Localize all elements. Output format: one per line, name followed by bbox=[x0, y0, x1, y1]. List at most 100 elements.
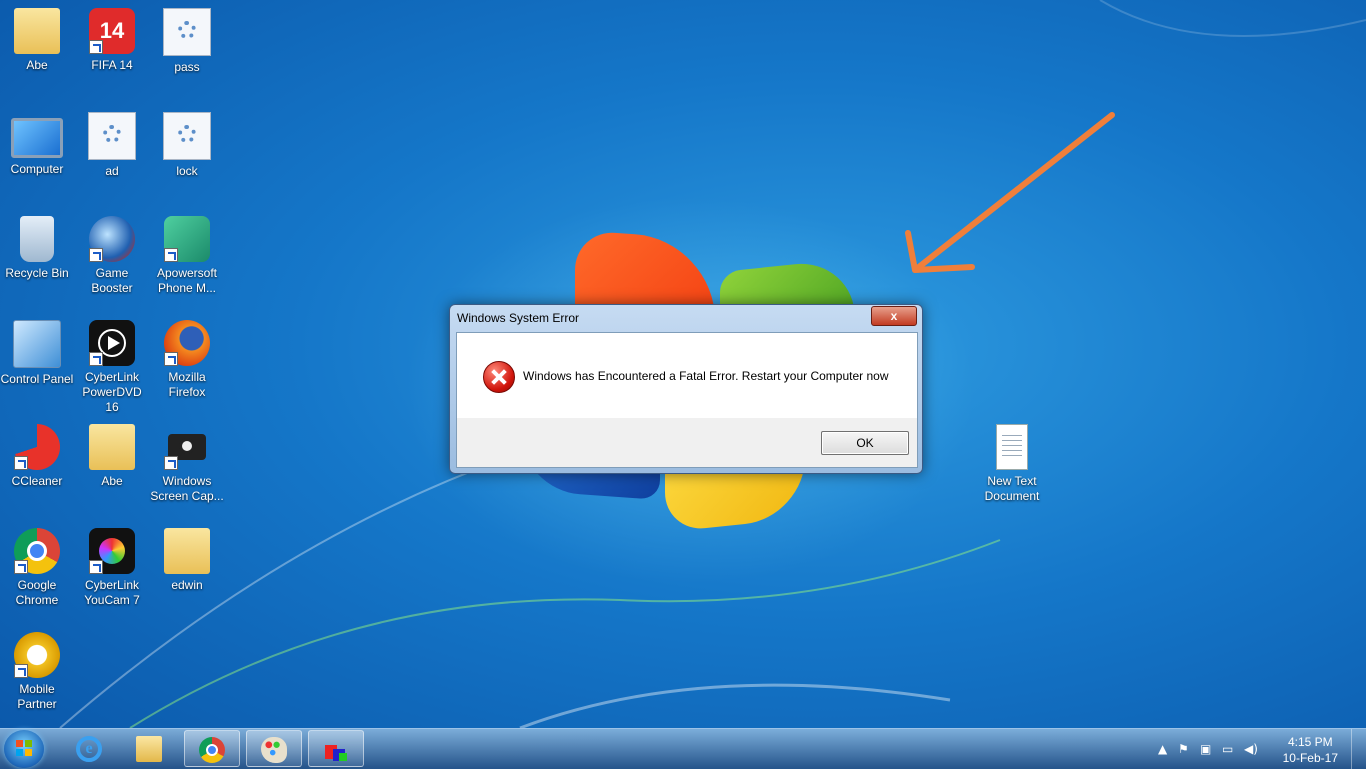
desktop-icon-label: New Text Document bbox=[984, 474, 1040, 503]
game-booster-icon bbox=[89, 216, 135, 262]
shortcut-arrow-icon bbox=[89, 248, 103, 262]
paint-icon bbox=[261, 737, 287, 763]
desktop-icon-fifa-14[interactable]: 14 FIFA 14 bbox=[75, 8, 149, 73]
desktop-icon-label: CyberLink YouCam 7 bbox=[84, 578, 140, 607]
chrome-icon bbox=[199, 737, 225, 763]
desktop-icon-label: Apowersoft Phone M... bbox=[156, 266, 218, 295]
taskbar-chrome[interactable] bbox=[184, 730, 240, 767]
taskbar-app[interactable] bbox=[308, 730, 364, 767]
clock-time: 4:15 PM bbox=[1287, 735, 1333, 749]
taskbar-internet-explorer[interactable]: e bbox=[62, 730, 118, 767]
volume-icon[interactable]: ◀) bbox=[1244, 742, 1258, 756]
shortcut-arrow-icon bbox=[164, 352, 178, 366]
system-tray: ▲ ⚑ ▣ ▭ ◀) 4:15 PM 10-Feb-17 bbox=[1146, 729, 1366, 769]
desktop-icon-recycle-bin[interactable]: Recycle Bin bbox=[0, 216, 74, 281]
desktop-icon-ccleaner[interactable]: CCleaner bbox=[0, 424, 74, 489]
desktop-icon-label: Google Chrome bbox=[15, 578, 59, 607]
desktop-icon-abe-folder[interactable]: Abe bbox=[75, 424, 149, 489]
folder-icon bbox=[89, 424, 135, 470]
dialog-content: Windows has Encountered a Fatal Error. R… bbox=[457, 333, 917, 418]
desktop-icon-label: Windows Screen Cap... bbox=[150, 474, 224, 503]
desktop-icon-google-chrome[interactable]: Google Chrome bbox=[0, 528, 74, 608]
show-hidden-icon[interactable]: ▲ bbox=[1158, 742, 1167, 756]
desktop-icon-label: lock bbox=[176, 164, 198, 178]
desktop-icon-label: Abe bbox=[26, 58, 48, 72]
user-folder-icon bbox=[14, 8, 60, 54]
settings-file-icon bbox=[163, 112, 211, 160]
desktop-icon-apowersoft[interactable]: Apowersoft Phone M... bbox=[150, 216, 224, 296]
error-dialog: Windows System Error x Windows has Encou… bbox=[449, 304, 923, 474]
usb-icon[interactable]: ▣ bbox=[1200, 742, 1211, 756]
desktop-icon-pass[interactable]: pass bbox=[150, 8, 224, 75]
desktop-icon-youcam[interactable]: CyberLink YouCam 7 bbox=[75, 528, 149, 608]
desktop-icon-control-panel[interactable]: Control Panel bbox=[0, 320, 74, 387]
mobile-partner-icon bbox=[14, 632, 60, 678]
taskbar-windows-explorer[interactable] bbox=[122, 730, 178, 767]
ccleaner-icon bbox=[14, 424, 60, 470]
text-document-icon bbox=[996, 424, 1028, 470]
shortcut-arrow-icon bbox=[14, 560, 28, 574]
firefox-icon bbox=[164, 320, 210, 366]
desktop-icon-ad[interactable]: ad bbox=[75, 112, 149, 179]
desktop-icon-label: CCleaner bbox=[11, 474, 63, 488]
windows-logo-icon bbox=[16, 740, 32, 756]
start-button[interactable] bbox=[4, 730, 44, 768]
app-icon bbox=[323, 737, 349, 763]
desktop-icon-label: Computer bbox=[10, 162, 64, 176]
shortcut-arrow-icon bbox=[89, 352, 103, 366]
desktop[interactable]: Abe Computer Recycle Bin Control Panel C… bbox=[0, 0, 1366, 728]
desktop-icon-label: Control Panel bbox=[0, 372, 74, 386]
shortcut-arrow-icon bbox=[89, 40, 103, 54]
shortcut-arrow-icon bbox=[14, 664, 28, 678]
windows-explorer-icon bbox=[136, 736, 162, 762]
clock-date: 10-Feb-17 bbox=[1282, 751, 1338, 765]
desktop-icon-label: Mobile Partner bbox=[17, 682, 57, 711]
desktop-icon-abe-user[interactable]: Abe bbox=[0, 8, 74, 73]
apowersoft-icon bbox=[164, 216, 210, 262]
chrome-icon bbox=[14, 528, 60, 574]
dialog-title: Windows System Error bbox=[457, 311, 580, 325]
shortcut-arrow-icon bbox=[89, 560, 103, 574]
camera-icon bbox=[164, 424, 210, 470]
desktop-icon-powerdvd[interactable]: CyberLink PowerDVD 16 bbox=[75, 320, 149, 415]
desktop-icon-mobile-partner[interactable]: Mobile Partner bbox=[0, 632, 74, 712]
desktop-icon-label: CyberLink PowerDVD 16 bbox=[82, 370, 142, 414]
desktop-icon-label: Game Booster bbox=[91, 266, 133, 295]
desktop-icon-new-text-document[interactable]: New Text Document bbox=[975, 424, 1049, 504]
powerdvd-icon bbox=[89, 320, 135, 366]
control-panel-icon bbox=[13, 320, 61, 368]
settings-file-icon bbox=[88, 112, 136, 160]
clock[interactable]: 4:15 PM 10-Feb-17 bbox=[1283, 734, 1338, 766]
show-desktop-button[interactable] bbox=[1351, 729, 1366, 769]
desktop-icon-lock[interactable]: lock bbox=[150, 112, 224, 179]
desktop-icon-edwin[interactable]: edwin bbox=[150, 528, 224, 593]
desktop-icon-label: Abe bbox=[101, 474, 123, 488]
desktop-icon-label: ad bbox=[105, 164, 119, 178]
shortcut-arrow-icon bbox=[164, 248, 178, 262]
close-button[interactable]: x bbox=[871, 306, 917, 326]
desktop-icon-label: pass bbox=[174, 60, 200, 74]
desktop-icon-computer[interactable]: Computer bbox=[0, 112, 74, 177]
network-icon[interactable]: ▭ bbox=[1222, 742, 1233, 756]
desktop-icon-game-booster[interactable]: Game Booster bbox=[75, 216, 149, 296]
desktop-icon-screen-capture[interactable]: Windows Screen Cap... bbox=[150, 424, 224, 504]
action-center-flag-icon[interactable]: ⚑ bbox=[1178, 742, 1189, 756]
error-icon bbox=[483, 361, 515, 393]
internet-explorer-icon: e bbox=[76, 736, 102, 762]
recycle-bin-icon bbox=[20, 216, 54, 262]
taskbar-paint[interactable] bbox=[246, 730, 302, 767]
desktop-icon-label: edwin bbox=[171, 578, 203, 592]
computer-icon bbox=[11, 118, 63, 158]
error-message: Windows has Encountered a Fatal Error. R… bbox=[523, 369, 889, 383]
annotation-arrow-icon bbox=[905, 112, 1115, 273]
youcam-icon bbox=[89, 528, 135, 574]
fifa-14-icon: 14 bbox=[89, 8, 135, 54]
shortcut-arrow-icon bbox=[14, 456, 28, 470]
ok-button[interactable]: OK bbox=[821, 431, 909, 455]
desktop-icon-label: Mozilla Firefox bbox=[168, 370, 206, 399]
desktop-icon-label: FIFA 14 bbox=[91, 58, 133, 72]
settings-file-icon bbox=[163, 8, 211, 56]
shortcut-arrow-icon bbox=[164, 456, 178, 470]
desktop-icon-firefox[interactable]: Mozilla Firefox bbox=[150, 320, 224, 400]
desktop-icon-label: Recycle Bin bbox=[5, 266, 69, 280]
